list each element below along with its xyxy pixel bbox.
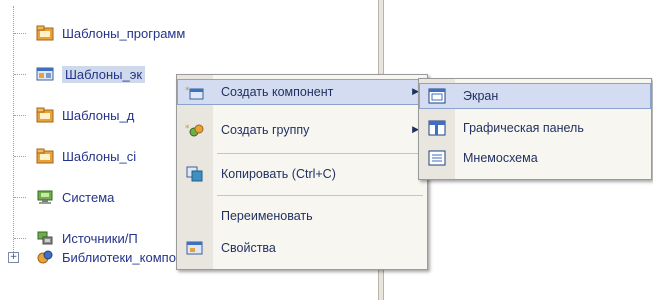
menu-item-copy[interactable]: Копировать (Ctrl+C): [177, 161, 427, 187]
menu-item-properties[interactable]: Свойства: [177, 235, 427, 261]
copy-icon: [185, 165, 205, 183]
menu-item-create-group[interactable]: * Создать группу ▶: [177, 117, 427, 143]
tree-item-d-templates[interactable]: Шаблоны_д: [36, 102, 134, 128]
mnemonic-scheme-icon: [427, 149, 447, 167]
menu-separator: [217, 153, 423, 154]
create-group-icon: *: [185, 121, 205, 139]
folder-template-icon: [36, 107, 54, 123]
create-component-icon: *: [185, 83, 205, 101]
svg-text:*: *: [185, 86, 190, 96]
menu-item-label: Создать группу: [221, 123, 310, 137]
submenu-item-graphic-panel[interactable]: Графическая панель: [419, 115, 651, 141]
menu-item-label: Создать компонент: [221, 85, 334, 99]
tree-connector: [14, 197, 26, 198]
menu-item-label: Графическая панель: [463, 121, 584, 135]
menu-item-label: Копировать (Ctrl+C): [221, 167, 336, 181]
tree-item-label: Шаблоны_программ: [62, 25, 186, 41]
tree-item-label: Шаблоны_сі: [62, 148, 137, 164]
tree-item-system[interactable]: Система: [36, 184, 114, 210]
tree-connector: [14, 74, 26, 75]
tree-connector: [14, 33, 26, 34]
menu-item-label: Свойства: [221, 241, 276, 255]
menu-item-label: Экран: [463, 89, 499, 103]
tree-item-label: Шаблоны_д: [62, 107, 135, 123]
menu-separator: [217, 195, 423, 196]
tree-item-program-templates[interactable]: Шаблоны_программ: [36, 20, 185, 46]
screen-template-icon: [36, 66, 54, 82]
submenu-item-screen[interactable]: Экран: [419, 83, 651, 109]
context-menu: * Создать компонент ▶ * Создать группу ▶…: [176, 74, 428, 270]
screen-icon: [427, 87, 447, 105]
submenu: Экран Графическая панель Мнемосхема: [418, 78, 652, 180]
tree-guide-line: [13, 6, 14, 256]
library-icon: [36, 249, 54, 265]
graphic-panel-icon: [427, 119, 447, 137]
folder-template-icon: [36, 25, 54, 41]
tree-connector: [14, 156, 26, 157]
properties-icon: [185, 239, 205, 257]
tree-connector: [14, 238, 26, 239]
tree-item-screen-templates[interactable]: Шаблоны_эк: [36, 61, 146, 87]
submenu-item-mnemonic-scheme[interactable]: Мнемосхема: [419, 145, 651, 171]
tree-connector: [14, 115, 26, 116]
menu-item-create-component[interactable]: * Создать компонент ▶: [177, 79, 427, 105]
menu-item-label: Переименовать: [221, 209, 313, 223]
system-icon: [36, 189, 54, 205]
tree-item-label: Шаблоны_эк: [62, 65, 146, 83]
menu-item-label: Мнемосхема: [463, 151, 538, 165]
tree-item-s-templates[interactable]: Шаблоны_сі: [36, 143, 136, 169]
svg-text:*: *: [185, 124, 190, 134]
menu-item-rename[interactable]: Переименовать: [177, 203, 427, 229]
expand-toggle[interactable]: +: [8, 252, 19, 263]
folder-template-icon: [36, 148, 54, 164]
tree-item-label: Система: [62, 189, 115, 205]
